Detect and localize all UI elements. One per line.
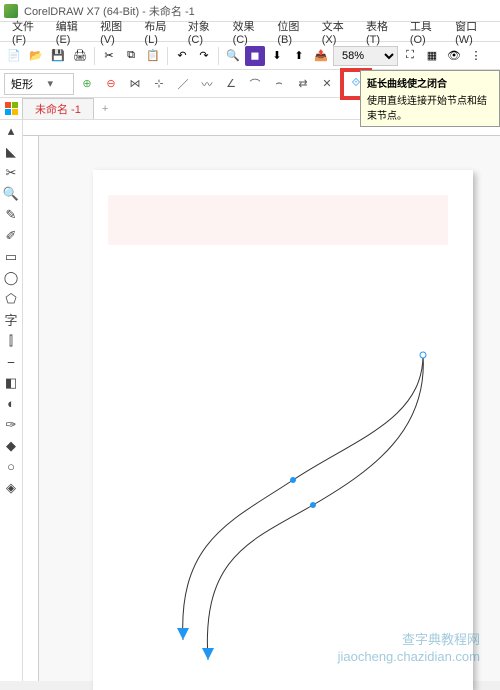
arrow-end1[interactable] (177, 628, 189, 640)
menu-bitmaps[interactable]: 位图(B) (271, 16, 313, 48)
tooltip-body: 使用直线连接开始节点和结束节点。 (367, 92, 493, 122)
curve-2[interactable] (207, 355, 423, 660)
shadow-tool-icon[interactable]: ◧ (3, 374, 20, 391)
node-del-icon[interactable]: ⊖ (100, 73, 122, 95)
crop-tool-icon[interactable]: ✂ (3, 164, 20, 181)
node-mid2[interactable] (310, 502, 316, 508)
open-icon[interactable]: 📂 (26, 46, 46, 66)
cut-icon[interactable]: ✂ (99, 46, 119, 66)
shape-tool-icon[interactable]: ◣ (3, 143, 20, 160)
break-icon[interactable]: ⊹ (148, 73, 170, 95)
curve-1[interactable] (183, 355, 423, 640)
toolbox: ▴ ◣ ✂ 🔍 ✎ ✐ ▭ ◯ ⬠ 字 ⫿ ⎯ ◧ ◐ ✑ ◆ ○ ◈ (0, 120, 23, 681)
outline-tool-icon[interactable]: ○ (3, 458, 20, 475)
tooltip: 延长曲线使之闭合 使用直线连接开始节点和结束节点。 (360, 70, 500, 127)
text-tool-icon[interactable]: 字 (3, 311, 20, 328)
node-mid1[interactable] (290, 477, 296, 483)
separator (218, 47, 219, 65)
paste-icon[interactable]: 📋 (143, 46, 163, 66)
transparency-tool-icon[interactable]: ◐ (3, 395, 20, 412)
menu-layout[interactable]: 布局(L) (138, 16, 179, 48)
menu-object[interactable]: 对象(C) (182, 16, 225, 48)
symmetric-icon[interactable]: ⌢ (268, 73, 290, 95)
smooth-icon[interactable]: ⌒ (244, 73, 266, 95)
menu-table[interactable]: 表格(T) (360, 16, 402, 48)
menu-bar: 文件(F) 编辑(E) 视图(V) 布局(L) 对象(C) 效果(C) 位图(B… (0, 22, 500, 42)
menu-view[interactable]: 视图(V) (94, 16, 136, 48)
connector-tool-icon[interactable]: ⎯ (3, 353, 20, 370)
pick-tool-icon[interactable]: ▴ (3, 122, 20, 139)
zoom-select[interactable]: 58% (333, 46, 398, 66)
pink-rect (108, 195, 448, 245)
cusp-icon[interactable]: ∠ (220, 73, 242, 95)
print-icon[interactable]: 🖨 (70, 46, 90, 66)
node-join-icon[interactable]: ⋈ (124, 73, 146, 95)
document-tab[interactable]: 未命名 -1 (22, 98, 94, 119)
view-full-icon[interactable]: ⛶ (400, 46, 420, 66)
save-icon[interactable]: 💾 (48, 46, 68, 66)
menu-effects[interactable]: 效果(C) (227, 16, 270, 48)
import-icon[interactable]: ⬇ (267, 46, 287, 66)
snap-icon[interactable]: 👁 (444, 46, 464, 66)
rectangle-tool-icon[interactable]: ▭ (3, 248, 20, 265)
freehand-tool-icon[interactable]: ✎ (3, 206, 20, 223)
node-add-icon[interactable]: ⊕ (76, 73, 98, 95)
main-area: ▴ ◣ ✂ 🔍 ✎ ✐ ▭ ◯ ⬠ 字 ⫿ ⎯ ◧ ◐ ✑ ◆ ○ ◈ (0, 120, 500, 681)
reverse-icon[interactable]: ⇄ (292, 73, 314, 95)
rulers-icon[interactable]: ▦ (422, 46, 442, 66)
publish-icon[interactable]: 📤 (311, 46, 331, 66)
standard-toolbar: 📄 📂 💾 🖨 ✂ ⧉ 📋 ↶ ↷ 🔍 ◼ ⬇ ⬆ 📤 58% ⛶ ▦ 👁 ⋮ (0, 42, 500, 70)
extract-icon[interactable]: ✕ (316, 73, 338, 95)
parallel-tool-icon[interactable]: ⫿ (3, 332, 20, 349)
winlogo-icon (4, 102, 18, 116)
export-icon[interactable]: ⬆ (289, 46, 309, 66)
search-icon[interactable]: 🔍 (223, 46, 243, 66)
canvas-area[interactable]: 查字典教程网 jiaocheng.chazidian.com (23, 120, 500, 681)
copy-icon[interactable]: ⧉ (121, 46, 141, 66)
ellipse-tool-icon[interactable]: ◯ (3, 269, 20, 286)
menu-window[interactable]: 窗口(W) (449, 16, 494, 48)
menu-file[interactable]: 文件(F) (6, 16, 48, 48)
eyedropper-tool-icon[interactable]: ✑ (3, 416, 20, 433)
artistic-tool-icon[interactable]: ✐ (3, 227, 20, 244)
menu-tools[interactable]: 工具(O) (404, 16, 447, 48)
vertical-ruler (23, 120, 39, 681)
fill-tool-icon[interactable]: ◆ (3, 437, 20, 454)
shape-dropdown[interactable]: 矩形 ▾ (4, 73, 74, 95)
separator (167, 47, 168, 65)
zoom-tool-icon[interactable]: 🔍 (3, 185, 20, 202)
undo-icon[interactable]: ↶ (172, 46, 192, 66)
tooltip-title: 延长曲线使之闭合 (367, 75, 493, 90)
page[interactable] (93, 170, 473, 690)
chevron-down-icon: ▾ (47, 77, 53, 90)
smart-fill-icon[interactable]: ◈ (3, 479, 20, 496)
polygon-tool-icon[interactable]: ⬠ (3, 290, 20, 307)
arrow-end2[interactable] (202, 648, 214, 660)
options-icon[interactable]: ⋮ (466, 46, 486, 66)
redo-icon[interactable]: ↷ (194, 46, 214, 66)
add-tab-button[interactable]: + (94, 101, 116, 117)
new-icon[interactable]: 📄 (4, 46, 24, 66)
node-start[interactable] (420, 352, 426, 358)
menu-edit[interactable]: 编辑(E) (50, 16, 92, 48)
effect-icon[interactable]: ◼ (245, 46, 265, 66)
separator (94, 47, 95, 65)
curve-drawing[interactable] (93, 170, 473, 690)
curve-icon[interactable]: 〰 (196, 73, 218, 95)
menu-text[interactable]: 文本(X) (316, 16, 358, 48)
line-icon[interactable]: ／ (172, 73, 194, 95)
shape-dropdown-label: 矩形 (11, 76, 33, 92)
